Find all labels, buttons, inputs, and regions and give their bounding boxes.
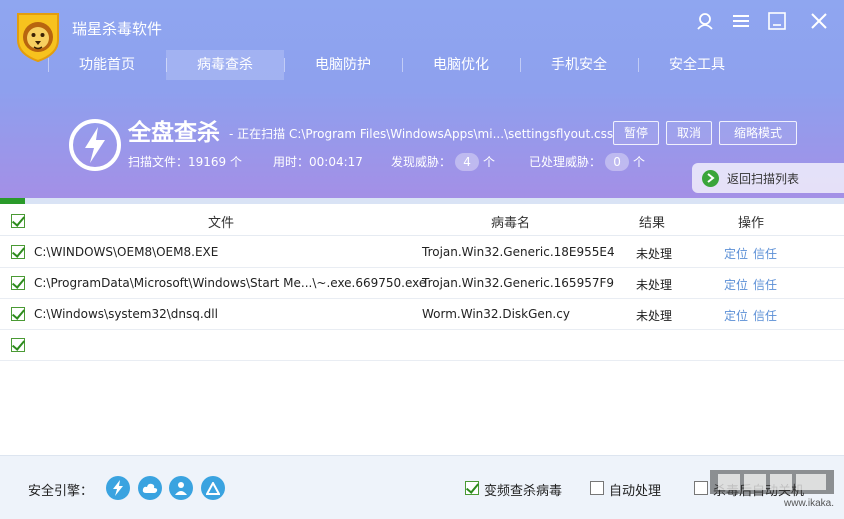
user-icon[interactable] [691,8,719,34]
site-watermark: www.ikaka.com [710,470,834,508]
tab-optimize[interactable]: 电脑优化 [402,50,520,80]
scan-current-file: - 正在扫描 C:\Program Files\WindowsApps\mi..… [229,127,614,141]
header: 瑞星杀毒软件 功能首页 病毒查杀 电脑防护 电脑优化 手机安全 安全工具 全盘查… [0,0,844,200]
elapsed-time: 用时：00:04:17 [273,155,363,169]
trust-link[interactable]: 信任 [753,307,777,324]
triangle-icon[interactable] [201,476,225,500]
threats-handled-count: 0 [605,153,630,171]
tab-home[interactable]: 功能首页 [48,50,166,80]
threats-handled-unit: 个 [633,155,646,169]
pause-button[interactable]: 暂停 [613,121,659,145]
column-action: 操作 [738,216,765,231]
row-checkbox[interactable] [11,245,25,259]
threats-handled: 已处理威胁： 0 个 [529,153,645,171]
cancel-button[interactable]: 取消 [666,121,712,145]
locate-link[interactable]: 定位 [724,307,748,324]
row-checkbox[interactable] [11,276,25,290]
threats-found-unit: 个 [483,155,496,169]
trust-link[interactable]: 信任 [753,245,777,262]
threats-found-label: 发现威胁： [391,155,452,169]
app-title: 瑞星杀毒软件 [72,20,163,38]
scanned-files-count: 扫描文件：19169 个 [128,155,242,169]
row-virus-name: Trojan.Win32.Generic.18E955E4 [422,245,615,259]
back-to-scan-list-button[interactable]: 返回扫描列表 [692,163,844,193]
table-row[interactable]: C:\WINDOWS\OEM8\OEM8.EXE Trojan.Win32.Ge… [0,237,844,268]
table-header: 文件 病毒名 结果 操作 [0,208,844,236]
auto-handle-label[interactable]: 自动处理 [609,480,661,499]
row-result: 未处理 [636,247,673,261]
back-to-scan-list-label: 返回扫描列表 [727,171,800,186]
cloud-icon[interactable] [138,476,162,500]
minimize-icon[interactable] [763,8,791,34]
table-row[interactable]: C:\ProgramData\Microsoft\Windows\Start M… [0,268,844,299]
scan-title: 全盘查杀 [128,120,220,146]
row-result: 未处理 [636,278,673,292]
scan-progress-bar [0,198,844,204]
tab-virus-scan[interactable]: 病毒查杀 [166,50,284,80]
tab-tools[interactable]: 安全工具 [638,50,756,80]
threats-handled-label: 已处理威胁： [529,155,602,169]
row-file-path: C:\ProgramData\Microsoft\Windows\Start M… [34,276,427,290]
row-virus-name: Trojan.Win32.Generic.165957F9 [422,276,615,290]
threats-found: 发现威胁： 4 个 [391,153,495,171]
watermark-text: www.ikaka.com [783,498,834,508]
mini-mode-button[interactable]: 缩略模式 [719,121,797,145]
lightning-circle-icon [69,119,121,171]
freq-scan-checkbox[interactable] [465,481,479,495]
select-all-checkbox[interactable] [11,214,25,228]
row-checkbox[interactable] [11,307,25,321]
engine-label: 安全引擎： [28,484,94,499]
threats-found-count: 4 [455,153,480,171]
row-file-path: C:\Windows\system32\dnsq.dll [34,307,218,321]
trust-link[interactable]: 信任 [753,276,777,293]
freq-scan-label[interactable]: 变频查杀病毒 [484,480,562,499]
lightning-icon[interactable] [106,476,130,500]
auto-handle-checkbox[interactable] [590,481,604,495]
scan-progress-fill [0,198,26,204]
table-row[interactable]: C:\Windows\system32\dnsq.dll Worm.Win32.… [0,299,844,330]
row-virus-name: Worm.Win32.DiskGen.cy [422,307,570,321]
arrow-right-icon [702,169,719,187]
menu-icon[interactable] [727,8,755,34]
close-icon[interactable] [805,8,833,34]
column-file: 文件 [208,216,235,231]
tab-mobile[interactable]: 手机安全 [520,50,638,80]
tab-protection[interactable]: 电脑防护 [284,50,402,80]
column-result: 结果 [639,216,666,231]
locate-link[interactable]: 定位 [724,276,748,293]
footer-bar: 安全引擎： 变频查杀病毒 自动处理 杀毒后自动关机 www.ikaka.com [0,455,844,519]
person-icon[interactable] [169,476,193,500]
row-checkbox[interactable] [11,338,25,352]
auto-shutdown-checkbox[interactable] [694,481,708,495]
locate-link[interactable]: 定位 [724,245,748,262]
main-nav: 功能首页 病毒查杀 电脑防护 电脑优化 手机安全 安全工具 [48,50,756,80]
row-file-path: C:\WINDOWS\OEM8\OEM8.EXE [34,245,219,259]
table-row-empty [0,330,844,361]
column-virus-name: 病毒名 [491,216,531,231]
row-result: 未处理 [636,309,673,323]
